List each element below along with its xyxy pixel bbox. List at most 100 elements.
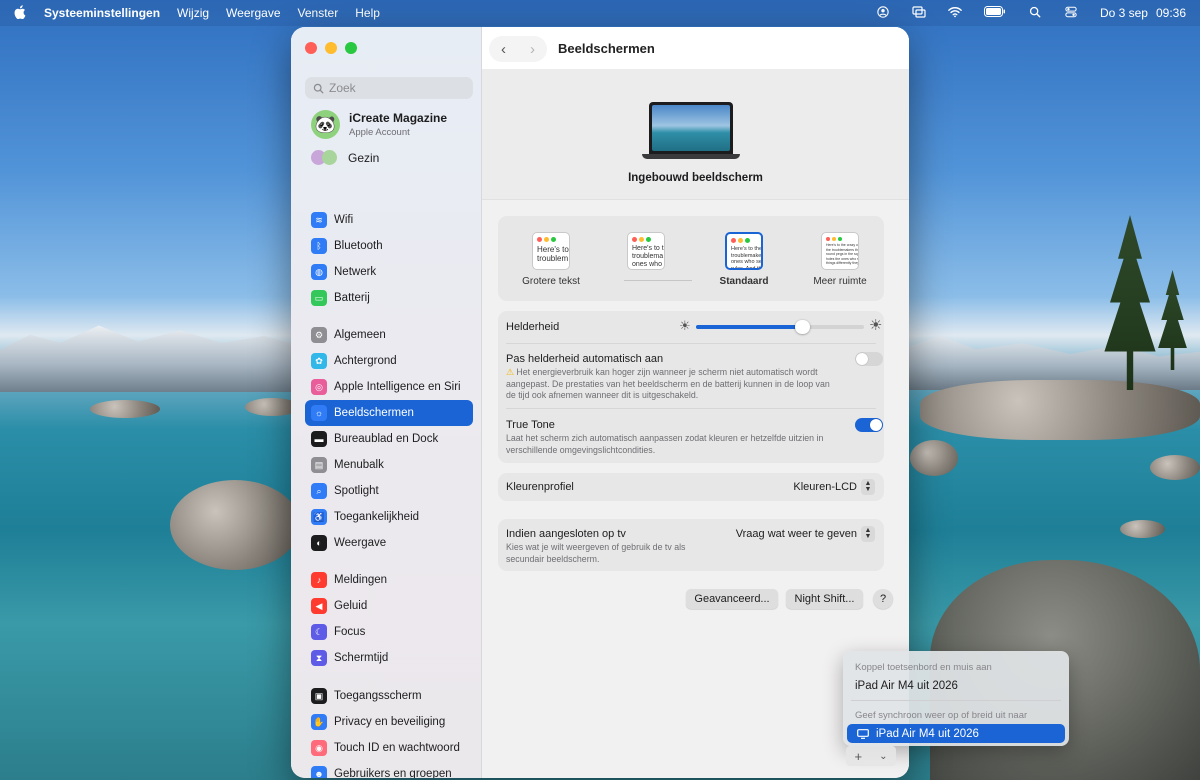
sidebar-item-menubalk[interactable]: ▤ Menubalk	[305, 452, 473, 478]
window-controls	[305, 42, 357, 54]
sidebar-item-schermtijd[interactable]: ⧗ Schermtijd	[305, 645, 473, 671]
sidebar-item-geluid[interactable]: ◀ Geluid	[305, 593, 473, 619]
sidebar-item-beeldschermen[interactable]: ☼ Beeldschermen	[305, 400, 473, 426]
sidebar-item-focus[interactable]: ☾ Focus	[305, 619, 473, 645]
zoom-button[interactable]	[345, 42, 357, 54]
sidebar-item-weergave[interactable]: ◐ Weergave	[305, 530, 473, 556]
desktop-rock	[910, 440, 958, 476]
menubar-icon: ▤	[311, 457, 327, 473]
brightness-slider-knob[interactable]	[794, 320, 810, 334]
search-placeholder: Zoek	[329, 81, 356, 95]
help-button[interactable]: ?	[873, 589, 893, 609]
sidebar-item-touch-id-en-wachtwoord[interactable]: ◉ Touch ID en wachtwoord	[305, 735, 473, 761]
menu-weergave[interactable]: Weergave	[226, 6, 280, 20]
battery-status-icon[interactable]	[983, 6, 1006, 20]
sidebar-item-netwerk[interactable]: ◍ Netwerk	[305, 259, 473, 285]
hand-icon: ✋	[311, 714, 327, 730]
sidebar-item-bluetooth[interactable]: ᛒ Bluetooth	[305, 233, 473, 259]
resolution-option-more-space[interactable]: Here's to the crazy onesthe troublemaker…	[805, 232, 875, 287]
tv-value[interactable]: Vraag wat weer te geven	[736, 528, 857, 540]
desktop-rock	[1120, 520, 1165, 538]
sidebar-item-apple-intelligence-en-siri[interactable]: ◎ Apple Intelligence en Siri	[305, 374, 473, 400]
sidebar-item-label: Wifi	[334, 214, 354, 226]
menubar-date[interactable]: Do 3 sep	[1100, 6, 1148, 20]
minimize-button[interactable]	[325, 42, 337, 54]
search-input[interactable]: Zoek	[305, 77, 473, 99]
sidebar-item-algemeen[interactable]: ⚙ Algemeen	[305, 322, 473, 348]
resolution-option-larger-text[interactable]: Here's to troublem Grotere tekst	[516, 232, 586, 287]
menu-help[interactable]: Help	[355, 6, 380, 20]
display-icon: ☼	[311, 405, 327, 421]
fingerprint-icon: ◉	[311, 740, 327, 756]
sidebar-item-meldingen[interactable]: ♪ Meldingen	[305, 567, 473, 593]
menu-app-name[interactable]: Systeeminstellingen	[44, 6, 160, 20]
menubar-time[interactable]: 09:36	[1156, 6, 1186, 20]
color-profile-label: Kleurenprofiel	[506, 481, 574, 493]
forward-arrow-icon[interactable]: ›	[530, 41, 535, 58]
laptop-icon[interactable]	[649, 102, 733, 154]
menu-venster[interactable]: Venster	[298, 6, 339, 20]
display-name: Ingebouwd beeldscherm	[628, 172, 763, 184]
menu-section-header: Koppel toetsenbord en muis aan	[855, 662, 992, 673]
wifi-icon: ≋	[311, 212, 327, 228]
hourglass-icon: ⧗	[311, 650, 327, 666]
sidebar-group: ▣ Toegangsscherm ✋ Privacy en beveiliging ◉ T…	[305, 683, 473, 778]
user-icon[interactable]	[876, 5, 890, 21]
spotlight-search-icon[interactable]	[1028, 6, 1042, 21]
apple-menu-icon[interactable]	[14, 4, 26, 22]
gear-icon: ⚙	[311, 327, 327, 343]
color-profile-value[interactable]: Kleuren-LCD	[793, 481, 857, 493]
users-icon: ☻	[311, 766, 327, 778]
close-button[interactable]	[305, 42, 317, 54]
sidebar-item-toegangsscherm[interactable]: ▣ Toegangsscherm	[305, 683, 473, 709]
resolution-option-2[interactable]: Here's to t troublema ones who	[611, 232, 681, 276]
true-tone-note: Laat het scherm zich automatisch aanpass…	[506, 433, 824, 455]
sidebar-item-label: Privacy en beveiliging	[334, 716, 446, 728]
account-item[interactable]: 🐼 iCreate Magazine Apple Account	[311, 110, 447, 139]
family-label: Gezin	[348, 151, 380, 165]
menu-bar: Systeeminstellingen Wijzig Weergave Vens…	[0, 0, 1200, 26]
screen-mirroring-icon[interactable]	[912, 5, 926, 21]
desktop-mountains	[0, 325, 300, 392]
brightness-card: Helderheid ☀ ☀ Pas helderheid automatisc…	[498, 311, 884, 463]
add-display-button[interactable]: +	[855, 749, 863, 764]
sidebar-item-gebruikers-en-groepen[interactable]: ☻ Gebruikers en groepen	[305, 761, 473, 778]
menu-item-keyboard-mouse[interactable]: iPad Air M4 uit 2026	[855, 680, 958, 692]
sidebar: Zoek 🐼 iCreate Magazine Apple Account Ge…	[291, 27, 482, 778]
appearance-icon: ◐	[311, 535, 327, 551]
wifi-status-icon[interactable]	[948, 6, 962, 21]
tv-note: Kies wat je wilt weergeven of gebruik de…	[506, 542, 686, 564]
sidebar-item-privacy-en-beveiliging[interactable]: ✋ Privacy en beveiliging	[305, 709, 473, 735]
battery-icon: ▭	[311, 290, 327, 306]
desktop-rock	[1150, 455, 1200, 480]
advanced-button[interactable]: Geavanceerd...	[686, 589, 778, 609]
tv-popup-icon[interactable]: ▲ ▼	[861, 526, 875, 542]
brightness-slider[interactable]	[696, 320, 864, 334]
sidebar-item-label: Beeldschermen	[334, 407, 414, 419]
resolution-option-standard[interactable]: Here's to the ctroublemakersones who see…	[709, 232, 779, 287]
auto-brightness-label: Pas helderheid automatisch aan	[506, 353, 664, 365]
menu-item-mirror-extend[interactable]: iPad Air M4 uit 2026	[847, 724, 1065, 743]
back-arrow-icon[interactable]: ‹	[501, 41, 506, 58]
color-profile-popup-icon[interactable]: ▲ ▼	[861, 479, 875, 495]
true-tone-toggle[interactable]	[855, 418, 883, 432]
sidebar-item-label: Weergave	[334, 537, 387, 549]
auto-brightness-toggle[interactable]	[855, 352, 883, 366]
sidebar-item-achtergrond[interactable]: ✿ Achtergrond	[305, 348, 473, 374]
search-icon: ⌕	[311, 483, 327, 499]
sidebar-item-toegankelijkheid[interactable]: ♿ Toegankelijkheid	[305, 504, 473, 530]
sidebar-item-label: Achtergrond	[334, 355, 397, 367]
control-center-icon[interactable]	[1064, 6, 1078, 21]
family-item[interactable]: Gezin	[311, 150, 379, 166]
sidebar-item-bureaublad-en-dock[interactable]: ▬ Bureaublad en Dock	[305, 426, 473, 452]
account-subtitle: Apple Account	[349, 127, 410, 138]
resolution-label: Meer ruimte	[813, 276, 867, 287]
siri-icon: ◎	[311, 379, 327, 395]
chevron-down-icon[interactable]: ⌄	[879, 751, 887, 762]
night-shift-button[interactable]: Night Shift...	[786, 589, 863, 609]
sidebar-item-batterij[interactable]: ▭ Batterij	[305, 285, 473, 311]
menu-item-label: iPad Air M4 uit 2026	[876, 727, 979, 740]
sidebar-item-wifi[interactable]: ≋ Wifi	[305, 207, 473, 233]
sidebar-item-spotlight[interactable]: ⌕ Spotlight	[305, 478, 473, 504]
menu-wijzig[interactable]: Wijzig	[177, 6, 209, 20]
